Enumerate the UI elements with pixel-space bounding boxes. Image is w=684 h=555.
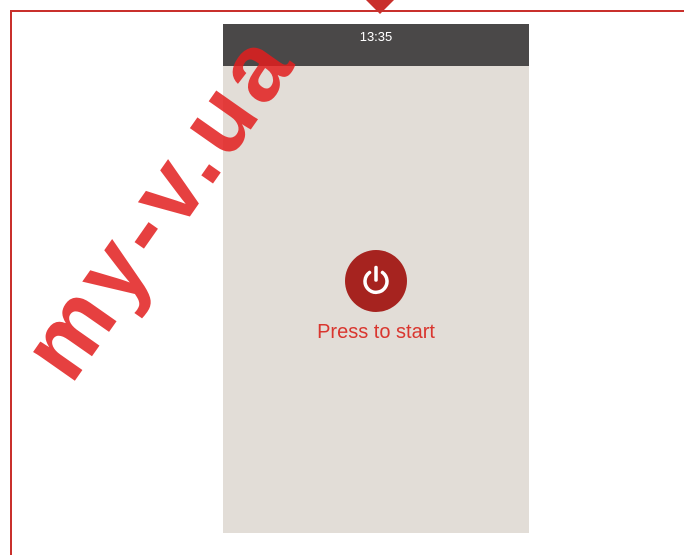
power-button[interactable]: [345, 250, 407, 312]
power-icon: [363, 265, 389, 295]
frame-marker-arrow: [366, 0, 394, 14]
status-bar: 13:35: [223, 24, 529, 66]
status-time: 13:35: [359, 29, 393, 44]
phone-screen: 13:35 Press to start: [223, 24, 529, 533]
press-to-start-label[interactable]: Press to start: [223, 320, 529, 344]
